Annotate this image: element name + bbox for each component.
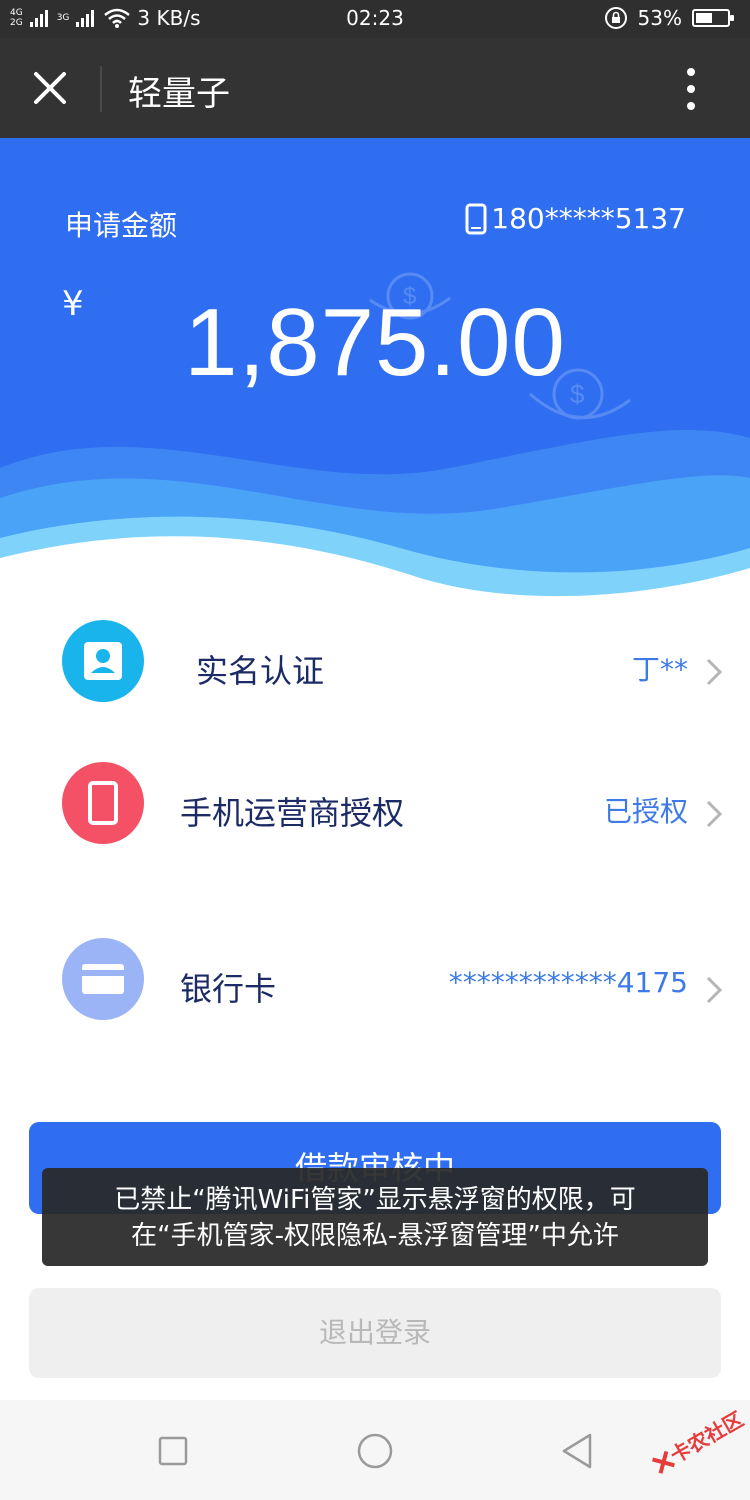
id-card-icon [62, 620, 144, 702]
logout-button[interactable]: 退出登录 [29, 1288, 721, 1378]
page-title: 轻量子 [128, 74, 230, 114]
close-icon[interactable] [28, 66, 72, 110]
list-item-label: 实名认证 [196, 652, 325, 690]
app-header: 轻量子 [0, 38, 750, 138]
list-item-label: 银行卡 [180, 970, 277, 1008]
header-divider [100, 66, 102, 112]
battery-level [696, 13, 712, 23]
home-icon[interactable] [356, 1432, 394, 1470]
amount-label: 申请金额 [65, 209, 178, 242]
toast-line-2: 在“手机管家-权限隐私-悬浮窗管理”中允许 [131, 1221, 619, 1251]
loan-amount-banner: $ $ 申请金额 180*****5137 ¥ 1,875.00 [0, 138, 750, 598]
back-icon[interactable] [560, 1432, 594, 1470]
recent-apps-icon[interactable] [158, 1436, 188, 1466]
list-item-carrier[interactable]: 手机运营商授权 已授权 [0, 742, 750, 862]
more-vertical-icon[interactable] [676, 64, 706, 114]
toast-line-1: 已禁止“腾讯WiFi管家”显示悬浮窗的权限，可 [114, 1185, 636, 1215]
list-item-value: ************4175 [448, 966, 688, 999]
battery-percent: 53% [637, 6, 682, 30]
phone-icon [465, 203, 487, 234]
phone-number-text: 180*****5137 [491, 202, 686, 235]
phone-number: 180*****5137 [465, 202, 686, 235]
watermark-text: 卡农社区 [666, 1406, 748, 1468]
list-item-label: 手机运营商授权 [180, 794, 405, 832]
chevron-right-icon [706, 800, 723, 828]
list-item-identity[interactable]: 实名认证 丁** [0, 600, 750, 720]
bank-card-icon [62, 938, 144, 1020]
battery-icon [692, 9, 734, 27]
status-bar: 4G 2G 3G 3 KB/s 02:23 53% [0, 0, 750, 38]
list-item-value: 丁** [631, 653, 688, 686]
list-item-bank-card[interactable]: 银行卡 ************4175 [0, 918, 750, 1038]
chevron-right-icon [706, 976, 723, 1004]
loan-amount: 1,875.00 [184, 289, 566, 396]
status-right: 53% [604, 6, 734, 30]
list-item-value: 已授权 [603, 795, 688, 828]
mobile-phone-icon [62, 762, 144, 844]
chevron-right-icon [706, 658, 723, 686]
rotation-lock-icon [604, 7, 627, 29]
permission-toast: 已禁止“腾讯WiFi管家”显示悬浮窗的权限，可 在“手机管家-权限隐私-悬浮窗管… [42, 1168, 708, 1266]
